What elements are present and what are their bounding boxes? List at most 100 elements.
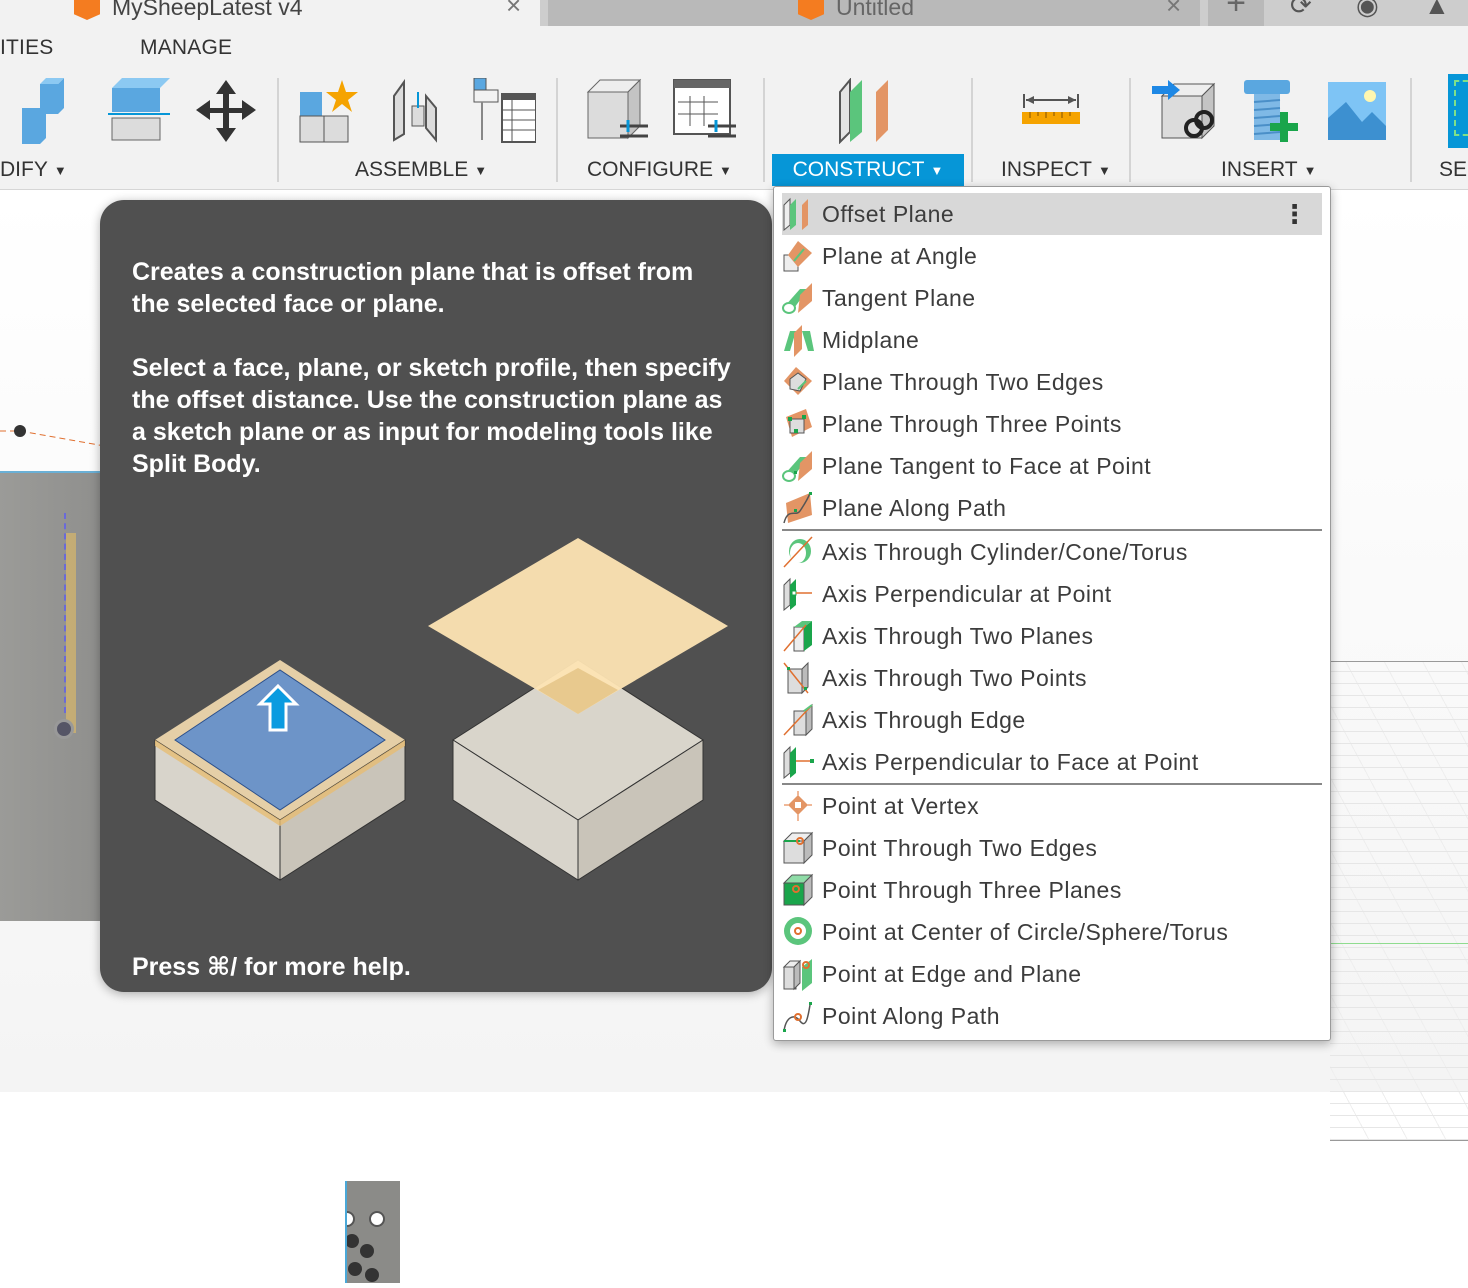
menu-item-plane-along-path[interactable]: Plane Along Path [782,487,1322,529]
menu-item-label: Axis Through Cylinder/Cone/Torus [822,538,1188,565]
move-tool-icon[interactable] [194,78,258,144]
offset-plane-tool-icon[interactable] [836,78,900,144]
menu-item-tangent-plane[interactable]: Tangent Plane [782,277,1322,319]
menu-item-plane-through-three-points[interactable]: Plane Through Three Points [782,403,1322,445]
caret-down-icon: ▼ [474,162,488,178]
bill-of-materials-icon[interactable] [472,78,536,144]
select-menu-button[interactable]: SEL [1427,154,1468,186]
new-tab-button[interactable]: + [1208,0,1264,26]
axis-two-points-icon [783,661,809,695]
menu-item-point-at-center[interactable]: Point at Center of Circle/Sphere/Torus [782,911,1322,953]
new-component-icon[interactable] [298,78,362,144]
axis-cylinder-icon [783,536,813,568]
group-separator [1410,78,1412,182]
close-tab-icon[interactable]: × [506,0,521,21]
menu-item-label: Point at Edge and Plane [822,960,1082,987]
group-separator [763,78,765,182]
group-separator [971,78,973,182]
modify-menu-button[interactable]: DIFY ▼ [0,154,79,186]
menu-item-axis-through-two-points[interactable]: Axis Through Two Points [782,657,1322,699]
menu-item-label: Tangent Plane [822,284,976,311]
origin-point [54,719,74,739]
caret-down-icon: ▼ [1098,162,1111,178]
point-vertex-icon [784,791,812,821]
menu-item-axis-through-cylinder[interactable]: Axis Through Cylinder/Cone/Torus [782,531,1322,573]
menu-item-label: Plane at Angle [822,242,978,269]
menu-item-axis-through-two-planes[interactable]: Axis Through Two Planes [782,615,1322,657]
menu-item-point-at-edge-and-plane[interactable]: Point at Edge and Plane [782,953,1322,995]
plane-three-points-icon [786,409,812,437]
menu-item-axis-perpendicular-to-face-at-point[interactable]: Axis Perpendicular to Face at Point [782,741,1322,783]
ribbon-tab-manage[interactable]: MANAGE [140,36,232,60]
insert-menu-button[interactable]: INSERT ▼ [1209,154,1329,186]
caret-down-icon: ▼ [53,162,67,178]
y-axis-line [1330,943,1468,944]
group-separator [1129,78,1131,182]
group-label-text: SEL [1439,158,1468,181]
configuration-table-icon[interactable] [672,78,736,144]
refresh-icon[interactable]: ⟳ [1290,0,1312,21]
design-file-icon [74,0,100,20]
menu-item-label: Plane Along Path [822,494,1007,521]
select-tool-icon[interactable] [1448,74,1468,148]
document-tab-untitled[interactable]: Untitled × [548,0,1200,26]
insert-canvas-icon[interactable] [1326,78,1390,144]
tangent-plane-icon [782,283,812,314]
menu-item-label: Axis Through Edge [822,706,1026,733]
document-tab-bar: MySheepLatest v4 × Untitled × + ⟳ ◉ ▲ [0,0,1468,26]
model-rod[interactable] [339,1181,400,1283]
offset-plane-icon [783,197,808,231]
menu-item-axis-through-edge[interactable]: Axis Through Edge [782,699,1322,741]
model-body[interactable] [0,471,110,921]
tab-title: MySheepLatest v4 [112,0,303,20]
menu-item-plane-at-angle[interactable]: Plane at Angle [782,235,1322,277]
split-face-tool-icon[interactable] [108,78,172,144]
menu-item-plane-tangent-to-face-at-point[interactable]: Plane Tangent to Face at Point [782,445,1322,487]
measure-tool-icon[interactable] [1020,78,1084,144]
toolbar-ribbon: ITIES MANAGE DIFY ▼ ASSEMBLE ▼ CONFIGURE… [0,26,1468,190]
menu-item-offset-plane[interactable]: Offset Plane ⋮ [782,193,1322,235]
tab-title: Untitled [836,0,914,20]
insert-derive-icon[interactable] [1152,78,1216,144]
group-separator [277,78,279,182]
record-icon[interactable]: ◉ [1356,0,1379,21]
combine-tool-icon[interactable] [20,78,84,144]
plane-along-path-icon [783,492,812,524]
menu-item-label: Midplane [822,326,920,353]
joint-icon[interactable] [386,78,450,144]
point-along-path-icon [783,1002,812,1032]
group-label-text: DIFY [0,158,48,181]
ribbon-tab-utilities[interactable]: ITIES [0,36,54,60]
menu-item-point-along-path[interactable]: Point Along Path [782,995,1322,1037]
menu-item-label: Offset Plane [822,200,955,227]
insert-mcmaster-bolt-icon[interactable] [1240,78,1304,144]
configure-menu-button[interactable]: CONFIGURE ▼ [575,154,744,186]
design-file-icon [798,0,824,20]
caret-down-icon: ▼ [719,162,732,178]
menu-item-plane-through-two-edges[interactable]: Plane Through Two Edges [782,361,1322,403]
assemble-menu-button[interactable]: ASSEMBLE ▼ [343,154,499,186]
point-center-icon [784,917,812,945]
configure-design-icon[interactable] [586,78,650,144]
menu-item-midplane[interactable]: Midplane [782,319,1322,361]
document-tab-mysheeplatest[interactable]: MySheepLatest v4 × [0,0,540,26]
menu-item-label: Point at Vertex [822,792,980,819]
inspect-menu-button[interactable]: INSPECT ▼ [989,154,1123,186]
menu-item-point-through-three-planes[interactable]: Point Through Three Planes [782,869,1322,911]
menu-item-label: Point at Center of Circle/Sphere/Torus [822,918,1229,945]
close-tab-icon[interactable]: × [1166,0,1181,21]
group-label-text: INSPECT [1001,158,1093,181]
menu-item-point-at-vertex[interactable]: Point at Vertex [782,785,1322,827]
midplane-icon [784,325,814,357]
caret-down-icon: ▼ [1303,162,1317,178]
group-separator [556,78,558,182]
notification-bell-icon[interactable]: ▲ [1424,0,1450,21]
construct-menu-button[interactable]: CONSTRUCT ▼ [772,154,964,186]
plane-tangent-face-point-icon [782,451,812,482]
more-options-icon[interactable]: ⋮ [1282,199,1309,230]
axis-perpendicular-point-icon [783,577,812,611]
menu-item-point-through-two-edges[interactable]: Point Through Two Edges [782,827,1322,869]
menu-item-label: Plane Through Three Points [822,410,1122,437]
menu-item-axis-perpendicular-at-point[interactable]: Axis Perpendicular at Point [782,573,1322,615]
tooltip-help-hint: Press ⌘/ for more help. [132,953,411,981]
